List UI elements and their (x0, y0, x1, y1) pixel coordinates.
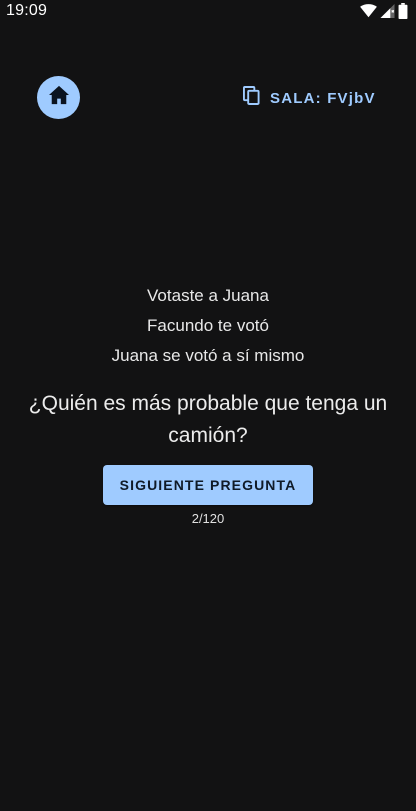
status-icons (360, 3, 408, 19)
room-code-label: SALA: FVjbV (270, 89, 376, 107)
copy-icon (243, 86, 260, 110)
signal-icon (380, 4, 395, 18)
result-line: Votaste a Juana (147, 286, 269, 305)
home-button[interactable] (37, 76, 80, 119)
vote-results: Votaste a Juana Facundo te votó Juana se… (0, 281, 416, 371)
app-screen: 19:09 SALA: FVjbV Votaste a Juana Facund… (0, 0, 416, 811)
room-code-button[interactable]: SALA: FVjbV (243, 86, 376, 110)
result-line: Facundo te votó (147, 316, 269, 335)
question-counter: 2/120 (191, 511, 225, 526)
home-icon (48, 85, 70, 110)
next-question-button[interactable]: SIGUIENTE PREGUNTA (103, 465, 313, 505)
result-line: Juana se votó a sí mismo (111, 346, 305, 365)
wifi-icon (360, 4, 377, 18)
status-bar: 19:09 (0, 0, 416, 24)
question-text: ¿Quién es más probable que tenga un cami… (28, 392, 388, 447)
status-time: 19:09 (6, 2, 48, 19)
battery-icon (398, 3, 408, 19)
